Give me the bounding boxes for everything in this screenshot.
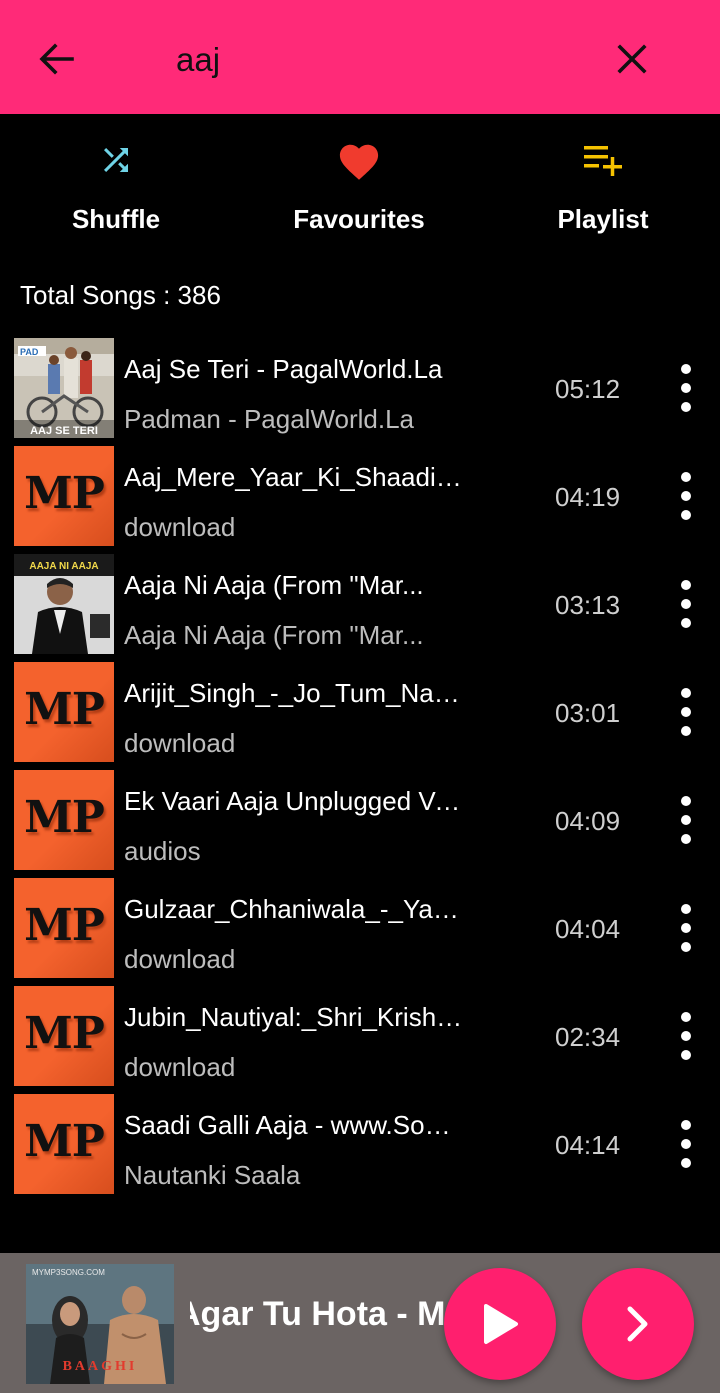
playlist-button[interactable]: Playlist	[503, 136, 703, 246]
quick-actions-bar: Shuffle Favourites Playlist	[0, 114, 720, 264]
song-duration: 05:12	[555, 374, 621, 404]
song-album: Padman - PagalWorld.La	[124, 404, 415, 434]
now-playing-album-art: MYMP3SONG.COM BAAGHI	[26, 1264, 174, 1384]
song-title: Jubin_Nautiyal:_Shri_Krishna_Govind	[124, 1002, 464, 1032]
song-row[interactable]: MP Arijit_Singh_-_Jo_Tum_Na_Ho download …	[0, 662, 720, 770]
song-duration: 03:13	[555, 590, 621, 620]
search-input[interactable]	[176, 36, 576, 84]
more-options-icon[interactable]	[664, 1120, 708, 1168]
song-album: Nautanki Saala	[124, 1160, 301, 1190]
clear-search-button[interactable]	[606, 33, 658, 85]
song-list: PAD AAJ SE TERI Aaj Se Teri - PagalWorld…	[0, 338, 720, 1202]
mp-placeholder-art: MP	[14, 662, 114, 762]
song-title: Aaj_Mere_Yaar_Ki_Shaadi_Hai_Full_Song	[124, 462, 464, 492]
more-options-icon[interactable]	[664, 796, 708, 844]
mp-placeholder-art: MP	[14, 1094, 114, 1194]
mp-placeholder-art: MP	[14, 878, 114, 978]
playlist-add-icon	[584, 146, 622, 176]
song-row[interactable]: MP Jubin_Nautiyal:_Shri_Krishna_Govind d…	[0, 986, 720, 1094]
play-button[interactable]	[444, 1268, 556, 1380]
svg-text:AAJA NI AAJA: AAJA NI AAJA	[29, 561, 98, 572]
favourites-label: Favourites	[293, 204, 425, 234]
shuffle-label: Shuffle	[71, 204, 161, 234]
song-album: download	[124, 1052, 236, 1082]
song-title: Gulzaar_Chhaniwala_-_Yaad_Aaja	[124, 894, 464, 924]
song-duration: 04:19	[555, 482, 621, 512]
more-options-icon[interactable]	[664, 904, 708, 952]
play-icon	[484, 1304, 518, 1344]
song-row[interactable]: AAJA NI AAJA Aaja Ni Aaja (From "Mar... …	[0, 554, 720, 662]
more-options-icon[interactable]	[664, 1012, 708, 1060]
song-row[interactable]: MP Saadi Galli Aaja - www.SongsMp3.com N…	[0, 1094, 720, 1202]
more-options-icon[interactable]	[664, 688, 708, 736]
chevron-right-icon	[627, 1306, 648, 1342]
svg-text:PAD: PAD	[20, 347, 39, 357]
song-title: Arijit_Singh_-_Jo_Tum_Na_Ho	[124, 678, 464, 708]
song-title: Aaj Se Teri - PagalWorld.La	[124, 354, 443, 384]
song-duration: 04:14	[555, 1130, 621, 1160]
mp-placeholder-art: MP	[14, 770, 114, 870]
shuffle-button[interactable]: Shuffle	[16, 136, 216, 246]
now-playing-title: Agar Tu Hota - M	[190, 1295, 446, 1333]
arrow-left-icon	[39, 43, 74, 75]
song-duration: 02:34	[555, 1022, 621, 1052]
song-album: download	[124, 512, 236, 542]
song-row[interactable]: PAD AAJ SE TERI Aaj Se Teri - PagalWorld…	[0, 338, 720, 446]
song-album: audios	[124, 836, 201, 866]
song-title: Ek Vaari Aaja Unplugged Version	[124, 786, 464, 816]
shuffle-icon	[104, 148, 128, 172]
playlist-label: Playlist	[557, 204, 649, 234]
song-album: download	[124, 728, 236, 758]
favourites-button[interactable]: Favourites	[259, 136, 459, 246]
more-options-icon[interactable]	[664, 364, 708, 412]
song-duration: 03:01	[555, 698, 621, 728]
next-button[interactable]	[582, 1268, 694, 1380]
heart-icon	[339, 144, 379, 180]
mp-placeholder-art: MP	[14, 986, 114, 1086]
song-row[interactable]: MP Ek Vaari Aaja Unplugged Version audio…	[0, 770, 720, 878]
song-album: Aaja Ni Aaja (From "Mar...	[124, 620, 424, 650]
close-icon	[617, 44, 647, 74]
total-songs-count: Total Songs : 386	[20, 280, 221, 310]
svg-text:AAJ SE TERI: AAJ SE TERI	[30, 425, 98, 437]
more-options-icon[interactable]	[664, 472, 708, 520]
back-button[interactable]	[30, 33, 82, 85]
album-art-padman: PAD AAJ SE TERI	[14, 338, 114, 438]
now-playing-bar[interactable]: MYMP3SONG.COM BAAGHI Agar Tu Hota - M	[0, 1253, 720, 1393]
song-duration: 04:09	[555, 806, 621, 836]
song-title: Aaja Ni Aaja (From "Mar...	[124, 570, 424, 600]
more-options-icon[interactable]	[664, 580, 708, 628]
song-title: Saadi Galli Aaja - www.SongsMp3.com	[124, 1110, 464, 1140]
song-duration: 04:04	[555, 914, 621, 944]
song-row[interactable]: MP Gulzaar_Chhaniwala_-_Yaad_Aaja downlo…	[0, 878, 720, 986]
search-toolbar	[0, 0, 720, 114]
svg-text:BAAGHI: BAAGHI	[63, 1359, 138, 1374]
song-row[interactable]: MP Aaj_Mere_Yaar_Ki_Shaadi_Hai_Full_Song…	[0, 446, 720, 554]
mp-placeholder-art: MP	[14, 446, 114, 546]
album-art-aaja-ni-aaja: AAJA NI AAJA	[14, 554, 114, 654]
svg-text:MYMP3SONG.COM: MYMP3SONG.COM	[32, 1268, 105, 1277]
song-album: download	[124, 944, 236, 974]
